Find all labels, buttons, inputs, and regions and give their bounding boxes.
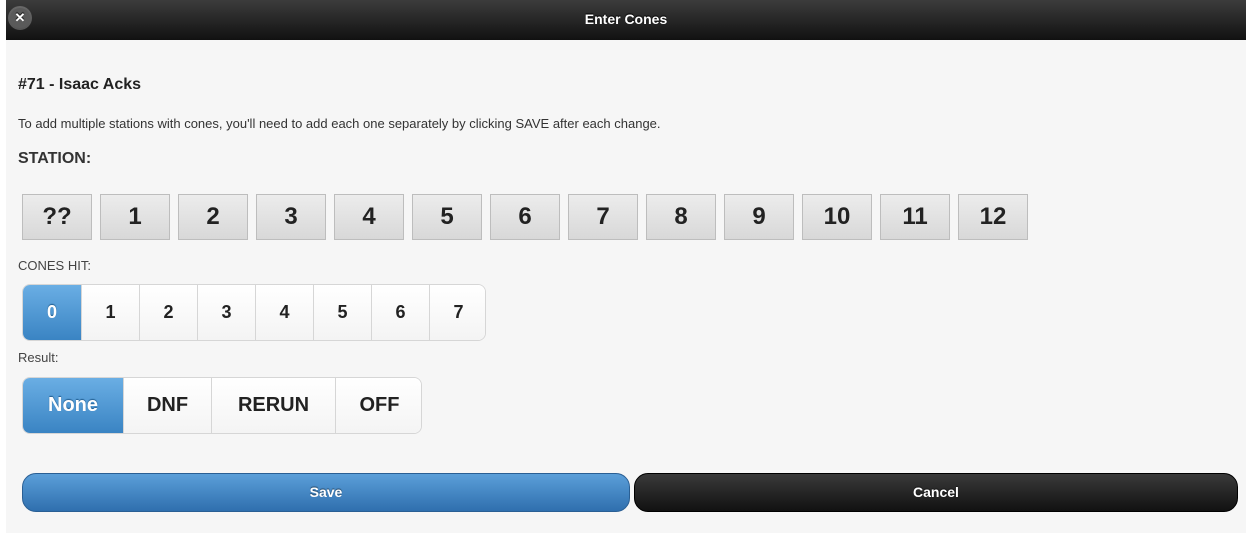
instructions-text: To add multiple stations with cones, you… xyxy=(18,116,661,131)
cancel-button[interactable]: Cancel xyxy=(634,473,1238,512)
save-button[interactable]: Save xyxy=(22,473,630,512)
station-button-8[interactable]: 8 xyxy=(646,194,716,240)
result-option-none[interactable]: None xyxy=(23,378,123,433)
driver-name: #71 - Isaac Acks xyxy=(18,76,142,93)
station-button-unknown[interactable]: ?? xyxy=(22,194,92,240)
station-button-1[interactable]: 1 xyxy=(100,194,170,240)
station-button-6[interactable]: 6 xyxy=(490,194,560,240)
station-label: STATION: xyxy=(18,150,92,167)
station-button-7[interactable]: 7 xyxy=(568,194,638,240)
cones-hit-label: CONES HIT: xyxy=(18,258,91,273)
result-label: Result: xyxy=(18,350,59,365)
result-selector: None DNF RERUN OFF xyxy=(22,377,422,434)
cones-option-3[interactable]: 3 xyxy=(197,285,255,340)
dialog-header: ✕ Enter Cones xyxy=(6,0,1246,40)
close-icon[interactable]: ✕ xyxy=(10,8,30,28)
cones-hit-selector: 0 1 2 3 4 5 6 7 xyxy=(22,284,486,341)
cones-option-6[interactable]: 6 xyxy=(371,285,429,340)
station-button-2[interactable]: 2 xyxy=(178,194,248,240)
station-button-5[interactable]: 5 xyxy=(412,194,482,240)
cones-option-7[interactable]: 7 xyxy=(429,285,485,340)
enter-cones-dialog: ✕ Enter Cones #71 - Isaac Acks To add mu… xyxy=(6,0,1246,533)
station-button-10[interactable]: 10 xyxy=(802,194,872,240)
result-option-dnf[interactable]: DNF xyxy=(123,378,211,433)
dialog-title: Enter Cones xyxy=(584,11,668,27)
cones-option-4[interactable]: 4 xyxy=(255,285,313,340)
station-button-3[interactable]: 3 xyxy=(256,194,326,240)
result-option-rerun[interactable]: RERUN xyxy=(211,378,335,433)
station-button-12[interactable]: 12 xyxy=(958,194,1028,240)
result-option-off[interactable]: OFF xyxy=(335,378,421,433)
station-button-9[interactable]: 9 xyxy=(724,194,794,240)
cones-option-0[interactable]: 0 xyxy=(23,285,81,340)
cones-option-1[interactable]: 1 xyxy=(81,285,139,340)
station-button-4[interactable]: 4 xyxy=(334,194,404,240)
station-button-11[interactable]: 11 xyxy=(880,194,950,240)
cones-option-5[interactable]: 5 xyxy=(313,285,371,340)
cones-option-2[interactable]: 2 xyxy=(139,285,197,340)
